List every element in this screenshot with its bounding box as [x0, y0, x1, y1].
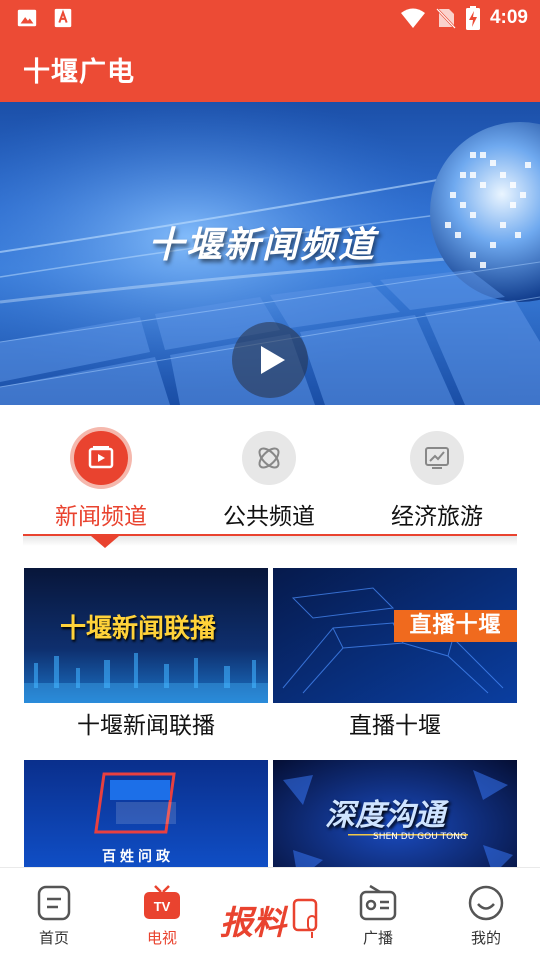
- chart-icon: [425, 447, 449, 469]
- tab-economy-travel[interactable]: 经济旅游: [357, 431, 517, 536]
- program-label: 直播十堰: [349, 713, 441, 739]
- program-thumbnail: 十堰新闻联播: [24, 568, 268, 703]
- program-thumbnail-title: 直播十堰: [394, 610, 517, 642]
- report-label: 报料: [220, 903, 286, 942]
- nav-label: 广播: [362, 929, 393, 947]
- svg-text:TV: TV: [154, 899, 171, 914]
- nav-label: 我的: [470, 929, 501, 947]
- hero-title: 十堰新闻频道: [148, 225, 377, 266]
- bottom-nav: 首页 TV 电视 报料 广播 我的: [0, 867, 540, 960]
- text-a-icon: [54, 8, 72, 28]
- wifi-icon: [400, 8, 425, 28]
- nav-label: 首页: [38, 929, 69, 947]
- program-thumbnail-title: 深度沟通: [325, 798, 445, 833]
- play-icon: [261, 346, 285, 374]
- play-button[interactable]: [232, 322, 308, 398]
- hero-banner[interactable]: 十堰新闻频道: [0, 102, 540, 405]
- header: 十堰广电: [0, 36, 540, 102]
- nav-report[interactable]: 报料: [220, 892, 324, 946]
- program-thumbnail: 直播十堰: [273, 568, 517, 703]
- app-title: 十堰广电: [23, 57, 135, 88]
- tv-icon: TV: [144, 885, 180, 919]
- tab-icon-circle: [74, 431, 128, 485]
- status-time: 4:09: [489, 7, 528, 28]
- home-icon: [37, 885, 71, 921]
- battery-charging-icon: [465, 6, 480, 30]
- no-sim-icon: [436, 8, 456, 29]
- program-thumbnail-title: 百姓问政: [102, 849, 174, 865]
- nav-radio[interactable]: 广播: [338, 884, 418, 948]
- radio-icon: [359, 884, 397, 921]
- tab-icon-circle: [242, 431, 296, 485]
- tab-icon-circle: [410, 431, 464, 485]
- atom-icon: [258, 447, 280, 469]
- tv-icon: [88, 446, 114, 469]
- profile-icon: [468, 885, 504, 921]
- program-card[interactable]: 十堰新闻联播 十堰新闻联播: [24, 568, 268, 743]
- nav-label: 电视: [146, 929, 177, 947]
- channel-tabs: 新闻频道 公共频道 经济旅游: [0, 405, 540, 548]
- tab-news-channel[interactable]: 新闻频道: [21, 431, 181, 536]
- program-thumbnail-title: 十堰新闻联播: [60, 614, 217, 644]
- program-thumbnail-subtitle: SHEN DU GOU TONG: [373, 832, 467, 842]
- status-bar: 4:09: [0, 0, 540, 36]
- nav-home[interactable]: 首页: [14, 884, 94, 948]
- report-icon: [292, 898, 318, 938]
- tab-label: 新闻频道: [55, 504, 147, 530]
- screen: 4:09 十堰广电 十堰新闻频道 新闻频道 公共频道 经济旅游 十堰新闻联播 十…: [0, 0, 540, 960]
- tab-active-pointer: [91, 536, 119, 548]
- tab-label: 经济旅游: [391, 504, 483, 530]
- tab-public-channel[interactable]: 公共频道: [189, 431, 349, 536]
- program-label: 十堰新闻联播: [77, 713, 215, 739]
- nav-tv[interactable]: TV 电视: [122, 884, 202, 948]
- nav-profile[interactable]: 我的: [446, 884, 526, 948]
- image-icon: [17, 9, 37, 27]
- tab-label: 公共频道: [223, 504, 315, 530]
- program-card[interactable]: 直播十堰 直播十堰: [273, 568, 517, 743]
